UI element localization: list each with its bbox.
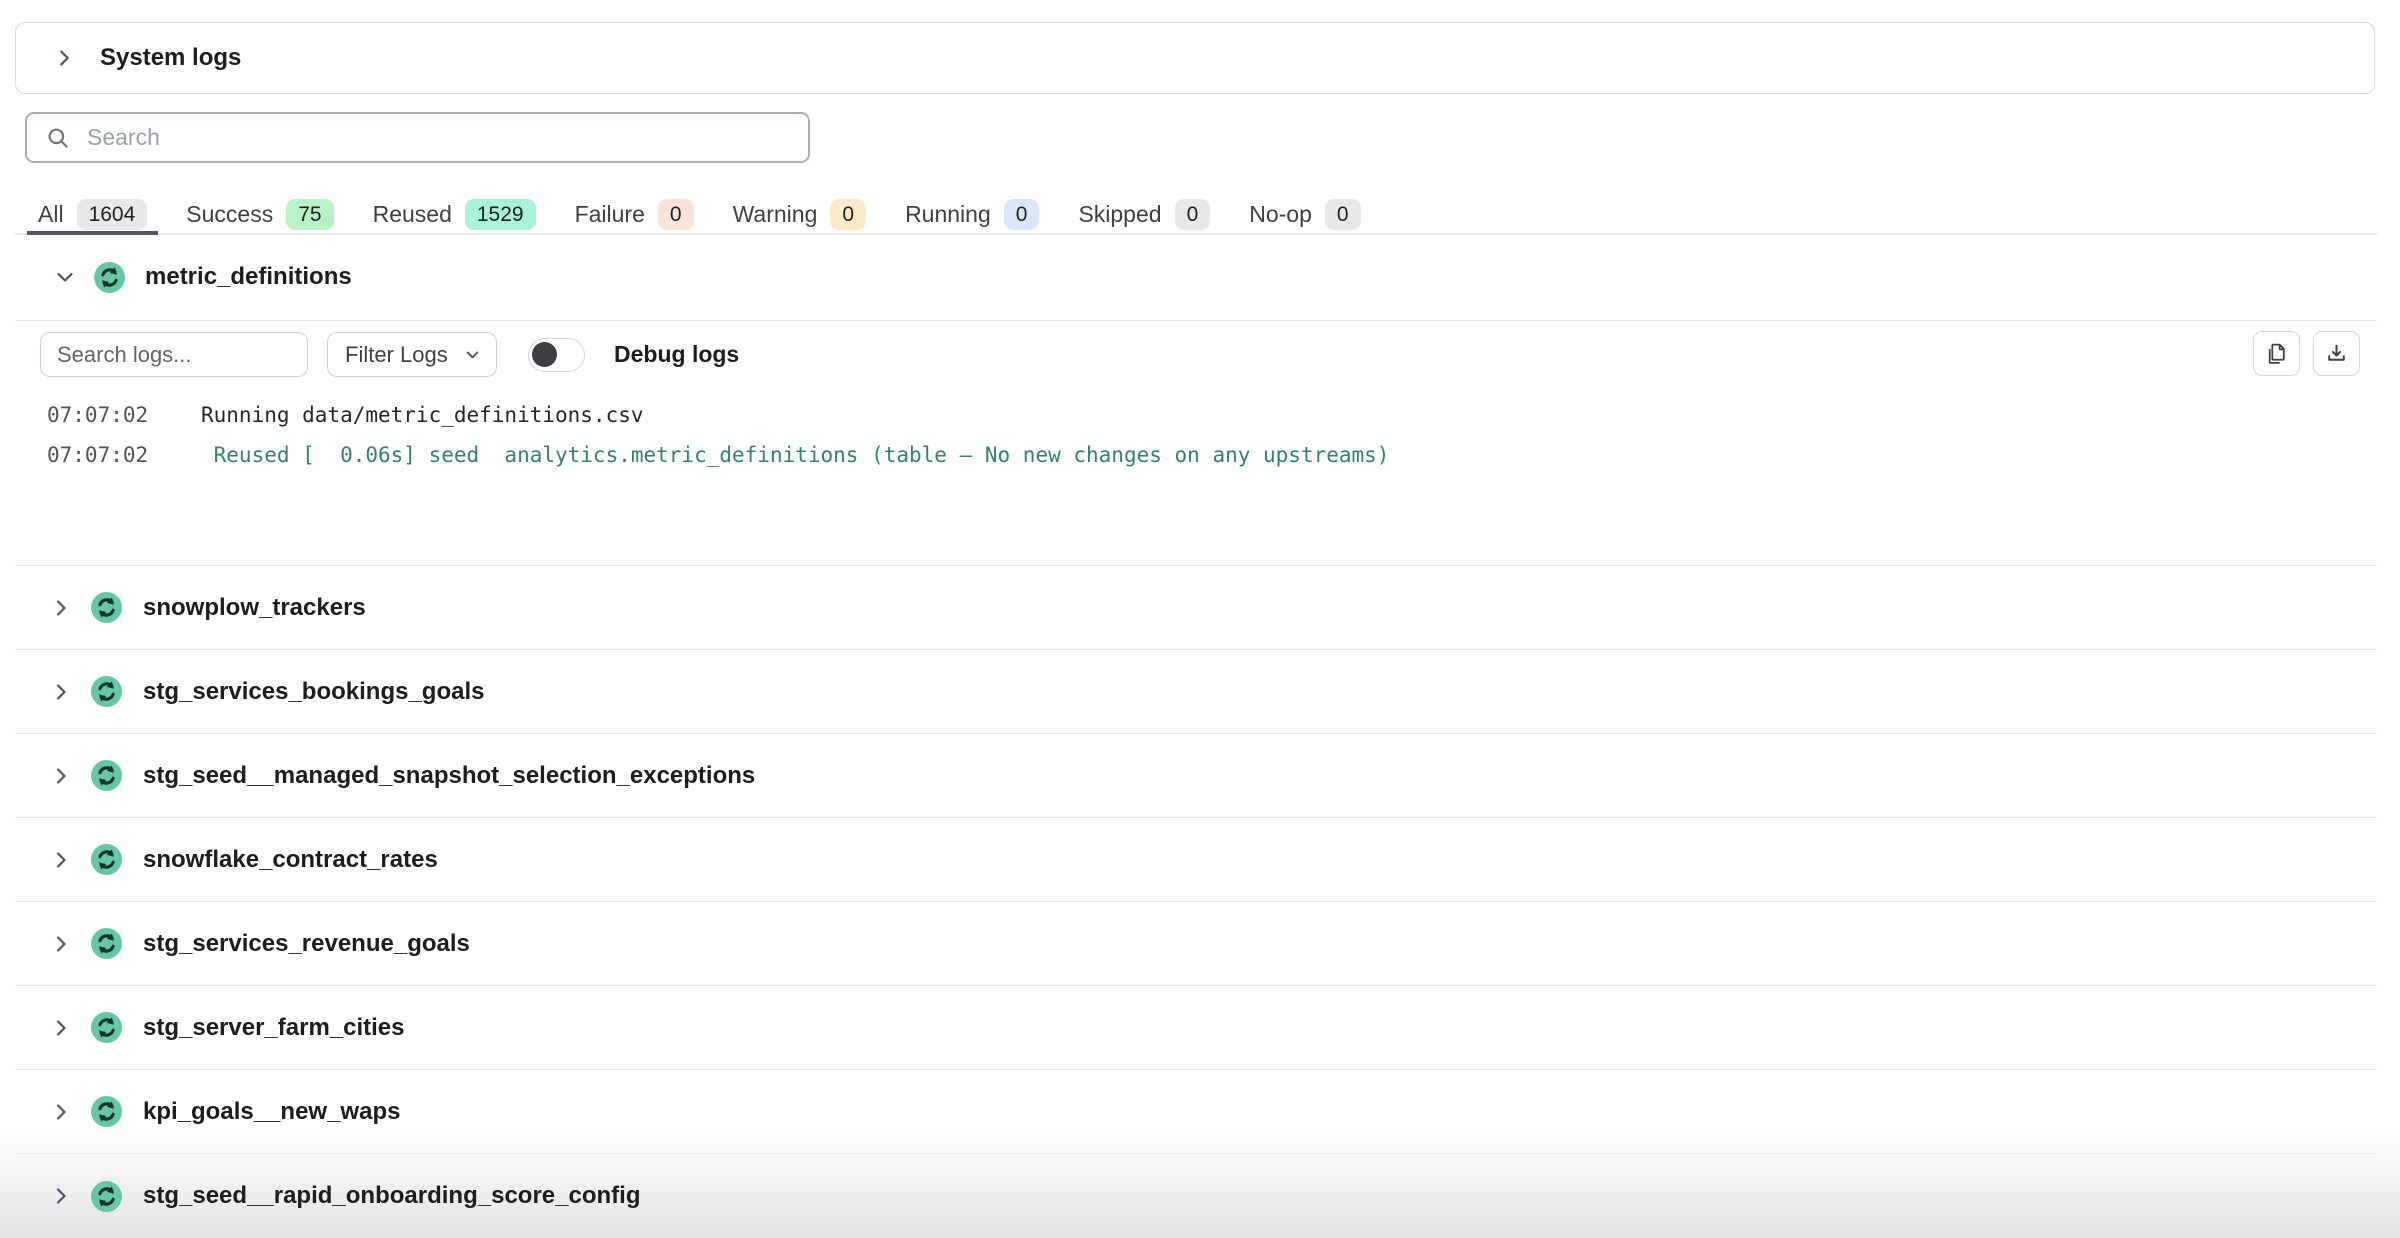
tab-count-badge: 0 <box>658 199 694 230</box>
log-panel: Filter Logs Debug logs <box>15 321 2377 566</box>
tab-count-badge: 1529 <box>465 199 536 230</box>
search-input[interactable] <box>85 123 796 152</box>
tab-label: Failure <box>575 201 645 228</box>
chevron-right-icon <box>49 1016 73 1040</box>
section-row-stg_services_revenue_goals[interactable]: stg_services_revenue_goals <box>15 902 2377 986</box>
chevron-right-icon <box>49 680 73 704</box>
tab-label: Reused <box>373 201 452 228</box>
tab-count-badge: 0 <box>830 199 866 230</box>
log-timestamp: 07:07:02 <box>47 443 201 467</box>
reused-refresh-icon <box>91 844 122 875</box>
tab-count-badge: 1604 <box>77 199 148 230</box>
section-row-stg_seed__rapid_onboarding_score_config[interactable]: stg_seed__rapid_onboarding_score_config <box>15 1154 2377 1238</box>
status-tab-running[interactable]: Running 0 <box>894 195 1050 233</box>
copy-icon <box>2264 341 2289 366</box>
status-tab-skipped[interactable]: Skipped 0 <box>1067 195 1221 233</box>
tab-label: Warning <box>733 201 818 228</box>
status-tab-all[interactable]: All 1604 <box>27 195 158 233</box>
run-logs-page: System logs All 1604 Success 75 Reused 1… <box>0 0 2400 1238</box>
tab-label: Skipped <box>1078 201 1161 228</box>
chevron-down-icon <box>53 265 77 289</box>
section-row-label: snowplow_trackers <box>143 594 366 622</box>
status-tab-no-op[interactable]: No-op 0 <box>1238 195 1371 233</box>
status-tab-success[interactable]: Success 75 <box>175 195 344 233</box>
log-output: 07:07:02 Running data/metric_definitions… <box>47 395 1389 475</box>
filter-logs-select[interactable]: Filter Logs <box>327 332 497 377</box>
chevron-right-icon <box>49 932 73 956</box>
status-tab-warning[interactable]: Warning 0 <box>722 195 877 233</box>
tab-label: Success <box>186 201 273 228</box>
section-header-metric-definitions[interactable]: metric_definitions <box>15 234 2377 321</box>
section-row-label: stg_seed__managed_snapshot_selection_exc… <box>143 762 755 790</box>
section-row-label: stg_services_bookings_goals <box>143 678 484 706</box>
reused-refresh-icon <box>91 1012 122 1043</box>
status-tab-reused[interactable]: Reused 1529 <box>362 195 547 233</box>
section-row-stg_server_farm_cities[interactable]: stg_server_farm_cities <box>15 986 2377 1070</box>
debug-logs-toggle[interactable] <box>528 338 585 372</box>
tab-count-badge: 0 <box>1175 199 1211 230</box>
section-row-label: stg_seed__rapid_onboarding_score_config <box>143 1182 640 1210</box>
log-message: Reused [ 0.06s] seed analytics.metric_de… <box>201 443 1389 467</box>
section-row-label: stg_services_revenue_goals <box>143 930 470 958</box>
tab-label: Running <box>905 201 991 228</box>
section-row-stg_services_bookings_goals[interactable]: stg_services_bookings_goals <box>15 650 2377 734</box>
chevron-right-icon <box>49 848 73 872</box>
copy-logs-button[interactable] <box>2253 331 2300 376</box>
status-tab-failure[interactable]: Failure 0 <box>564 195 705 233</box>
status-tabs: All 1604 Success 75 Reused 1529 Failure … <box>15 195 2377 235</box>
log-actions <box>2253 331 2360 376</box>
chevron-down-icon <box>463 345 482 364</box>
system-logs-label: System logs <box>100 44 241 72</box>
tab-label: All <box>38 201 64 228</box>
search-icon <box>45 125 71 151</box>
section-list: snowplow_trackers stg_services_bookings_… <box>15 566 2377 1238</box>
section-row-kpi_goals__new_waps[interactable]: kpi_goals__new_waps <box>15 1070 2377 1154</box>
chevron-right-icon <box>49 1100 73 1124</box>
reused-refresh-icon <box>91 760 122 791</box>
chevron-right-icon <box>49 596 73 620</box>
system-logs-section[interactable]: System logs <box>15 22 2375 94</box>
tab-count-badge: 75 <box>286 199 333 230</box>
section-label: metric_definitions <box>145 263 352 291</box>
reused-refresh-icon <box>91 1181 122 1212</box>
toggle-knob <box>532 342 557 367</box>
chevron-right-icon <box>53 47 75 69</box>
section-row-label: kpi_goals__new_waps <box>143 1098 400 1126</box>
tab-label: No-op <box>1249 201 1312 228</box>
section-row-label: stg_server_farm_cities <box>143 1014 405 1042</box>
reused-refresh-icon <box>91 676 122 707</box>
section-row-stg_seed__managed_snapshot_selection_exceptions[interactable]: stg_seed__managed_snapshot_selection_exc… <box>15 734 2377 818</box>
download-icon <box>2324 341 2349 366</box>
reused-refresh-icon <box>91 592 122 623</box>
reused-refresh-icon <box>94 262 125 293</box>
search-box[interactable] <box>25 112 810 163</box>
section-row-snowflake_contract_rates[interactable]: snowflake_contract_rates <box>15 818 2377 902</box>
tab-count-badge: 0 <box>1325 199 1361 230</box>
chevron-right-icon <box>49 764 73 788</box>
log-toolbar: Filter Logs Debug logs <box>40 332 739 377</box>
section-row-label: snowflake_contract_rates <box>143 846 438 874</box>
reused-refresh-icon <box>91 1096 122 1127</box>
reused-refresh-icon <box>91 928 122 959</box>
tab-count-badge: 0 <box>1004 199 1040 230</box>
section-row-snowplow_trackers[interactable]: snowplow_trackers <box>15 566 2377 650</box>
chevron-right-icon <box>49 1184 73 1208</box>
filter-logs-label: Filter Logs <box>345 342 448 368</box>
log-message: Running data/metric_definitions.csv <box>201 403 644 427</box>
log-line: 07:07:02 Running data/metric_definitions… <box>47 395 1389 435</box>
download-logs-button[interactable] <box>2313 331 2360 376</box>
debug-logs-label: Debug logs <box>614 341 739 368</box>
log-search-input[interactable] <box>40 332 308 377</box>
log-timestamp: 07:07:02 <box>47 403 201 427</box>
log-line: 07:07:02 Reused [ 0.06s] seed analytics.… <box>47 435 1389 475</box>
